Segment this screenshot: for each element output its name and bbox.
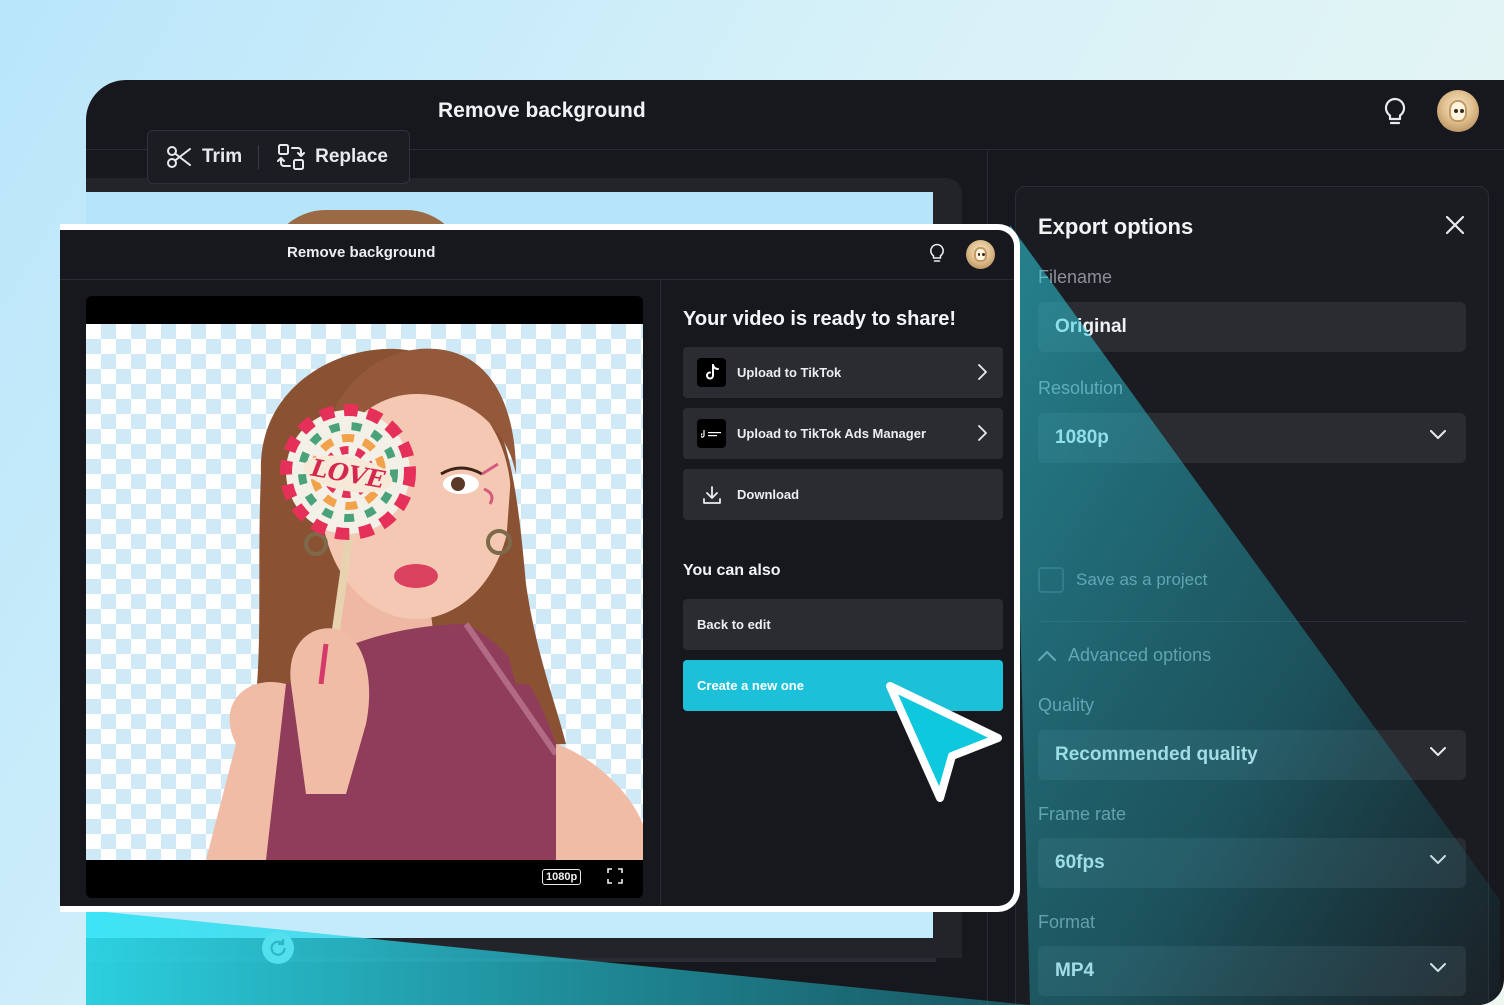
- export-options-panel: Export options Filename Original Resolut…: [1015, 186, 1489, 1005]
- format-value: MP4: [1055, 960, 1095, 981]
- front-panel-divider: [660, 280, 661, 906]
- resolution-label: Resolution: [1038, 378, 1124, 398]
- share-window-frame: Remove background LOVE 1080p Your video …: [60, 224, 1020, 912]
- back-window-title: Remove background: [438, 99, 646, 122]
- upload-tiktok-ads-button[interactable]: Upload to TikTok Ads Manager: [683, 408, 1003, 459]
- rotate-button[interactable]: [262, 932, 294, 964]
- girl-with-lollipop-illustration: LOVE: [206, 348, 643, 860]
- screenshot-stage: Remove background Trim Replace Export op…: [0, 0, 1504, 1005]
- lightbulb-icon[interactable]: [1382, 97, 1408, 129]
- share-ready-title: Your video is ready to share!: [683, 308, 957, 330]
- format-select[interactable]: MP4: [1038, 946, 1466, 996]
- filename-label: Filename: [1038, 267, 1113, 287]
- chevron-right-icon: [978, 425, 987, 441]
- resolution-select[interactable]: 1080p: [1038, 413, 1466, 463]
- video-player[interactable]: LOVE 1080p: [86, 296, 643, 898]
- upload-tiktok-button[interactable]: Upload to TikTok: [683, 347, 1003, 398]
- chevron-right-icon: [978, 364, 987, 380]
- player-controls: 1080p: [86, 860, 643, 898]
- frame-rate-select[interactable]: 60fps: [1038, 838, 1466, 888]
- save-project-checkbox[interactable]: Save as a project: [1038, 567, 1207, 593]
- format-label: Format: [1038, 912, 1096, 932]
- checkbox-box[interactable]: [1038, 567, 1064, 593]
- quality-label: Quality: [1038, 695, 1095, 715]
- front-topbar: Remove background: [60, 230, 1014, 280]
- front-window-title: Remove background: [287, 244, 436, 261]
- resolution-badge[interactable]: 1080p: [542, 869, 582, 885]
- chevron-down-icon: [1430, 747, 1446, 756]
- tiktok-icon: [697, 358, 726, 387]
- export-options-title: Export options: [1038, 214, 1194, 239]
- back-to-edit-button[interactable]: Back to edit: [683, 599, 1003, 650]
- rotate-icon: [270, 938, 286, 956]
- advanced-options-toggle[interactable]: Advanced options: [1038, 645, 1211, 666]
- user-avatar[interactable]: [966, 240, 995, 269]
- user-avatar[interactable]: [1437, 90, 1479, 132]
- download-icon: [697, 480, 726, 509]
- panel-divider: [1038, 621, 1466, 622]
- lightbulb-icon[interactable]: [928, 243, 946, 265]
- share-window: Remove background LOVE 1080p Your video …: [60, 230, 1014, 906]
- scissors-icon: [167, 146, 191, 168]
- download-button[interactable]: Download: [683, 469, 1003, 520]
- trim-label: Trim: [202, 146, 243, 167]
- quality-select[interactable]: Recommended quality: [1038, 730, 1466, 780]
- upload-tiktok-label: Upload to TikTok: [737, 365, 842, 380]
- save-project-label: Save as a project: [1076, 570, 1208, 589]
- fullscreen-icon[interactable]: [607, 868, 623, 884]
- quality-value: Recommended quality: [1055, 744, 1258, 765]
- tiktok-ads-icon: [697, 419, 726, 448]
- replace-button[interactable]: Replace: [277, 143, 388, 171]
- edit-toolbar: Trim Replace: [147, 130, 410, 184]
- video-preview-image: LOVE: [86, 324, 643, 860]
- chevron-up-icon: [1038, 651, 1056, 661]
- filename-input[interactable]: Original: [1038, 302, 1466, 352]
- replace-label: Replace: [315, 146, 388, 167]
- upload-tiktok-ads-label: Upload to TikTok Ads Manager: [737, 426, 927, 441]
- chevron-down-icon: [1430, 963, 1446, 972]
- timeline-scrollbar[interactable]: [86, 958, 936, 962]
- chevron-down-icon: [1430, 430, 1446, 439]
- trim-button[interactable]: Trim: [166, 144, 242, 170]
- frame-rate-value: 60fps: [1055, 852, 1105, 873]
- chevron-down-icon: [1430, 855, 1446, 864]
- replace-icon: [277, 144, 306, 170]
- resolution-value: 1080p: [1055, 427, 1109, 448]
- advanced-options-label: Advanced options: [1068, 645, 1212, 665]
- you-can-also-title: You can also: [683, 562, 781, 579]
- frame-rate-label: Frame rate: [1038, 804, 1127, 824]
- download-label: Download: [737, 487, 800, 502]
- close-icon[interactable]: [1443, 213, 1467, 237]
- pointer-cursor-icon: [886, 682, 1002, 802]
